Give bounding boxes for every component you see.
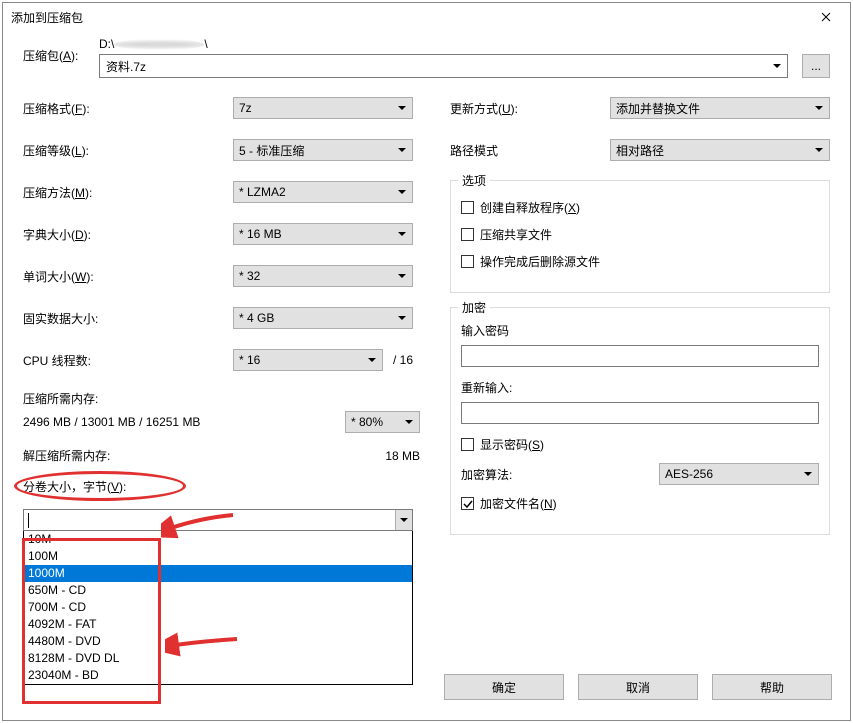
chevron-down-icon: [394, 226, 410, 242]
options-fieldset: 选项 创建自释放程序(X) 压缩共享文件 操作完成后删除源文件: [450, 180, 830, 293]
split-dropdown-button[interactable]: [395, 510, 412, 530]
method-select[interactable]: * LZMA2: [233, 181, 413, 203]
browse-button[interactable]: ...: [802, 54, 830, 78]
dialog-content: 压缩包(A): D:\\ 资料.7z ... 压缩格式(F):7z 压缩等级(L…: [3, 37, 850, 685]
split-option-selected[interactable]: 1000M: [24, 565, 412, 582]
chevron-down-icon: [364, 352, 380, 368]
update-label: 更新方式(U):: [450, 100, 610, 117]
share-label: 压缩共享文件: [480, 226, 552, 243]
annotation-ellipse: [14, 471, 186, 501]
chevron-down-icon: [394, 142, 410, 158]
chevron-down-icon: [400, 518, 408, 523]
password-confirm-input[interactable]: [461, 402, 819, 424]
split-size-input[interactable]: [24, 510, 395, 530]
cpu-max: / 16: [393, 353, 413, 367]
enc-method-select[interactable]: AES-256: [659, 463, 819, 485]
archive-path: D:\\: [99, 37, 830, 51]
mem-percent-select[interactable]: * 80%: [345, 411, 420, 433]
split-option[interactable]: 4480M - DVD: [24, 633, 412, 650]
chevron-down-icon: [769, 58, 785, 74]
options-legend: 选项: [458, 172, 490, 189]
solid-select[interactable]: * 4 GB: [233, 307, 413, 329]
share-checkbox[interactable]: [461, 228, 474, 241]
method-label: 压缩方法(M):: [23, 184, 233, 201]
split-option[interactable]: 10M: [24, 531, 412, 548]
encnames-checkbox[interactable]: [461, 497, 474, 510]
text-cursor: [28, 513, 29, 528]
chevron-down-icon: [811, 100, 827, 116]
cancel-button[interactable]: 取消: [578, 674, 698, 700]
button-row: 确定 取消 帮助: [444, 674, 832, 700]
close-button[interactable]: [810, 5, 842, 29]
mem-label: 压缩所需内存:: [23, 392, 98, 406]
cpu-label: CPU 线程数:: [23, 352, 233, 369]
cpu-select[interactable]: * 16: [233, 349, 383, 371]
pathmode-label: 路径模式: [450, 142, 610, 159]
delete-label: 操作完成后删除源文件: [480, 253, 600, 270]
dict-label: 字典大小(D):: [23, 226, 233, 243]
encnames-label: 加密文件名(N): [480, 495, 557, 512]
split-option[interactable]: 100M: [24, 548, 412, 565]
showpwd-label: 显示密码(S): [480, 436, 544, 453]
chevron-down-icon: [394, 100, 410, 116]
dict-select[interactable]: * 16 MB: [233, 223, 413, 245]
archive-row: 压缩包(A): D:\\ 资料.7z ...: [23, 37, 830, 78]
pwd1-label: 输入密码: [461, 322, 819, 339]
close-icon: [821, 12, 831, 22]
level-select[interactable]: 5 - 标准压缩: [233, 139, 413, 161]
pwd2-label: 重新输入:: [461, 379, 819, 396]
sfx-checkbox[interactable]: [461, 201, 474, 214]
help-button[interactable]: 帮助: [712, 674, 832, 700]
split-option[interactable]: 700M - CD: [24, 599, 412, 616]
format-label: 压缩格式(F):: [23, 100, 233, 117]
split-size-combo[interactable]: [23, 509, 413, 531]
encryption-fieldset: 加密 输入密码 重新输入: 显示密码(S) 加密算法:AES-256 加密文件名…: [450, 307, 830, 535]
chevron-down-icon: [394, 268, 410, 284]
decomp-value: 18 MB: [385, 449, 420, 463]
right-column: 更新方式(U):添加并替换文件 路径模式相对路径 选项 创建自释放程序(X) 压…: [450, 96, 830, 685]
sfx-label: 创建自释放程序(X): [480, 199, 580, 216]
encryption-legend: 加密: [458, 299, 490, 316]
level-label: 压缩等级(L):: [23, 142, 233, 159]
check-icon: [463, 499, 473, 509]
chevron-down-icon: [394, 184, 410, 200]
solid-label: 固实数据大小:: [23, 310, 233, 327]
path-smudge: [114, 39, 204, 50]
left-column: 压缩格式(F):7z 压缩等级(L):5 - 标准压缩 压缩方法(M):* LZ…: [23, 96, 420, 685]
archive-name-input[interactable]: 资料.7z: [99, 54, 788, 78]
split-label: 分卷大小，字节(V):: [23, 478, 126, 495]
split-option[interactable]: 4092M - FAT: [24, 616, 412, 633]
delete-checkbox[interactable]: [461, 255, 474, 268]
split-option[interactable]: 650M - CD: [24, 582, 412, 599]
pathmode-select[interactable]: 相对路径: [610, 139, 830, 161]
format-select[interactable]: 7z: [233, 97, 413, 119]
showpwd-checkbox[interactable]: [461, 438, 474, 451]
chevron-down-icon: [401, 414, 417, 430]
titlebar: 添加到压缩包: [3, 3, 850, 31]
dialog-title: 添加到压缩包: [11, 9, 83, 26]
ok-button[interactable]: 确定: [444, 674, 564, 700]
chevron-down-icon: [394, 310, 410, 326]
add-to-archive-dialog: 添加到压缩包 压缩包(A): D:\\ 资料.7z ... 压缩格式(F):7z: [2, 2, 851, 721]
word-label: 单词大小(W):: [23, 268, 233, 285]
update-select[interactable]: 添加并替换文件: [610, 97, 830, 119]
split-option[interactable]: 8128M - DVD DL: [24, 650, 412, 667]
enc-method-label: 加密算法:: [461, 466, 512, 483]
word-select[interactable]: * 32: [233, 265, 413, 287]
split-size-list[interactable]: 10M 100M 1000M 650M - CD 700M - CD 4092M…: [23, 530, 413, 685]
chevron-down-icon: [800, 466, 816, 482]
archive-label: 压缩包(A):: [23, 37, 99, 64]
chevron-down-icon: [811, 142, 827, 158]
decomp-label: 解压缩所需内存:: [23, 447, 110, 464]
password-input[interactable]: [461, 345, 819, 367]
archive-main: D:\\ 资料.7z ...: [99, 37, 830, 78]
mem-info: 2496 MB / 13001 MB / 16251 MB: [23, 415, 200, 429]
split-option[interactable]: 23040M - BD: [24, 667, 412, 684]
